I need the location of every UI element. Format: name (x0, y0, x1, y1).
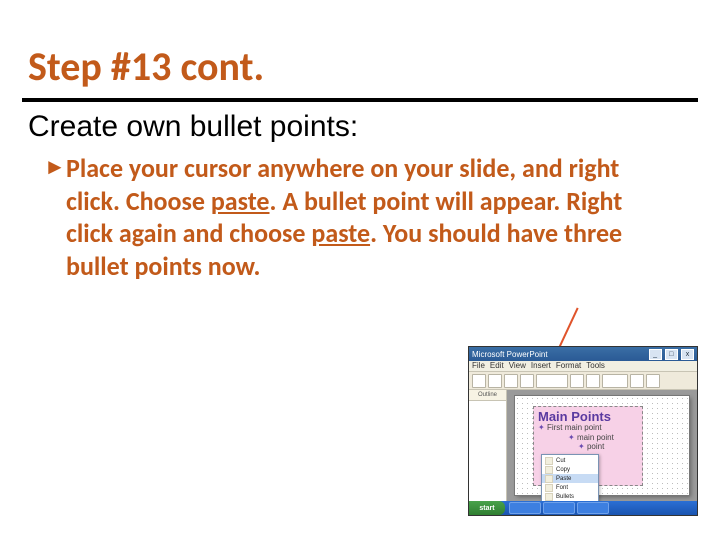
context-menu-item[interactable]: Font (542, 483, 598, 492)
toolbar-button[interactable] (488, 374, 502, 388)
context-menu: Cut Copy Paste Font Bullets (541, 454, 599, 503)
context-menu-item[interactable]: Copy (542, 465, 598, 474)
copy-icon (545, 466, 553, 474)
title-rule (22, 98, 698, 102)
window-controls: _ □ x (648, 349, 694, 360)
menu-item[interactable]: Insert (531, 361, 551, 371)
window-titlebar: Microsoft PowerPoint _ □ x (469, 347, 697, 361)
close-icon[interactable]: x (681, 349, 694, 360)
toolbar-button[interactable] (586, 374, 600, 388)
body-text: ►Place your cursor anywhere on your slid… (44, 152, 684, 282)
canvas-area: Main Points First main point main point … (507, 389, 697, 501)
context-menu-item-paste[interactable]: Paste (542, 474, 598, 483)
slide-canvas[interactable]: Main Points First main point main point … (515, 396, 689, 495)
toolbar-button[interactable] (630, 374, 644, 388)
outline-pane: Outline (469, 389, 507, 501)
font-icon (545, 484, 553, 492)
embedded-screenshot: Microsoft PowerPoint _ □ x File Edit Vie… (468, 346, 698, 516)
toolbar-button[interactable] (504, 374, 518, 388)
menu-item[interactable]: File (472, 361, 485, 371)
outline-tab[interactable]: Outline (469, 390, 506, 401)
workspace: Outline Main Points First main point mai… (469, 389, 697, 501)
paste-word-1: paste (211, 185, 270, 217)
start-button[interactable]: start (469, 501, 505, 515)
context-menu-item[interactable]: Bullets (542, 492, 598, 501)
menu-item[interactable]: Edit (490, 361, 504, 371)
toolbar-button[interactable] (646, 374, 660, 388)
placeholder-title: Main Points (538, 410, 638, 423)
bullet-item: main point (568, 433, 638, 443)
context-menu-item[interactable]: Cut (542, 456, 598, 465)
menubar: File Edit View Insert Format Tools (469, 361, 697, 372)
slide: Step #13 cont. Create own bullet points:… (0, 0, 720, 540)
taskbar-item[interactable] (509, 502, 541, 514)
taskbar-item[interactable] (543, 502, 575, 514)
bullet-item: point (578, 442, 638, 452)
menu-item[interactable]: View (509, 361, 526, 371)
taskbar-items (509, 502, 609, 514)
cut-icon (545, 457, 553, 465)
menu-item[interactable]: Format (556, 361, 581, 371)
menu-item[interactable]: Tools (586, 361, 605, 371)
toolbar-button[interactable] (472, 374, 486, 388)
paste-word-2: paste (311, 217, 370, 249)
toolbar-button[interactable] (536, 374, 568, 388)
triangle-bullet-icon: ► (44, 152, 66, 182)
slide-title: Step #13 cont. (28, 42, 264, 91)
minimize-icon[interactable]: _ (649, 349, 662, 360)
toolbar-button[interactable] (570, 374, 584, 388)
body-paragraph: Place your cursor anywhere on your slide… (66, 152, 666, 282)
toolbar-button[interactable] (602, 374, 628, 388)
slide-subtitle: Create own bullet points: (28, 110, 358, 144)
taskbar: start (469, 501, 697, 515)
taskbar-item[interactable] (577, 502, 609, 514)
maximize-icon[interactable]: □ (665, 349, 678, 360)
bullet-item: First main point (538, 423, 638, 433)
window-title-text: Microsoft PowerPoint (472, 350, 548, 359)
paste-icon (545, 475, 553, 483)
bullets-icon (545, 493, 553, 501)
toolbar-button[interactable] (520, 374, 534, 388)
